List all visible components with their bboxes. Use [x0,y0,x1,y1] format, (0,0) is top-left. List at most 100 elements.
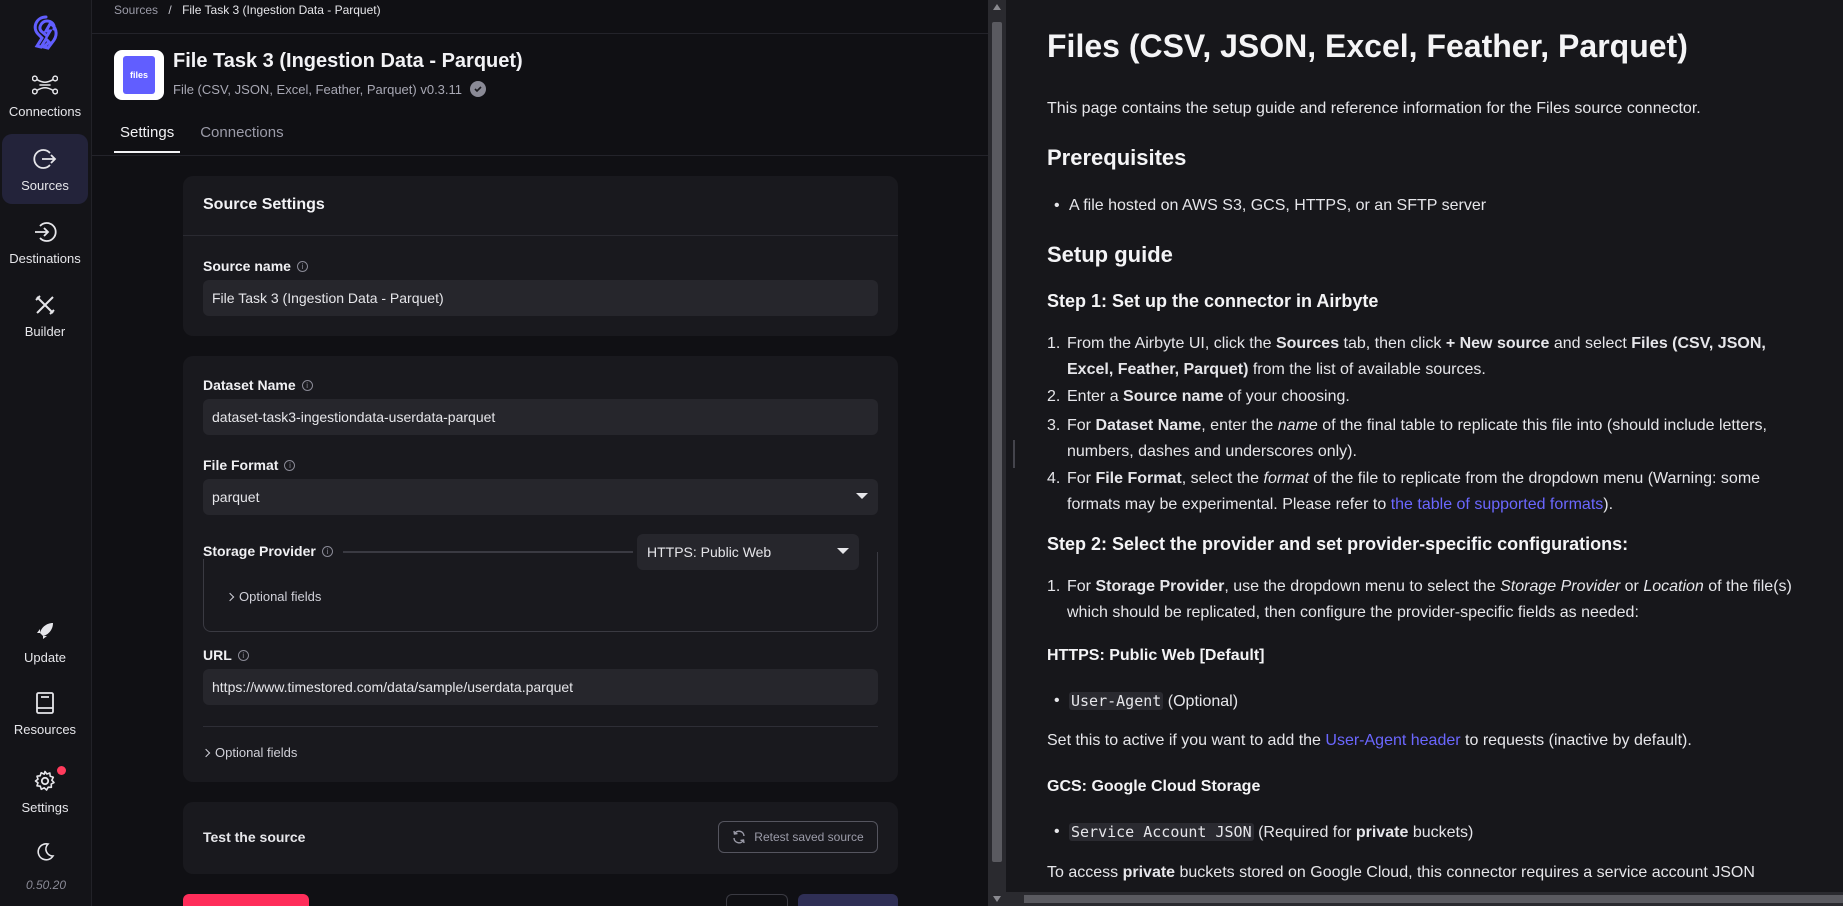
gcs-desc-bold: private [1122,864,1176,881]
info-icon[interactable]: i [237,649,249,661]
dataset-name-input[interactable]: dataset-task3-ingestiondata-userdata-par… [203,399,878,435]
user-agent-description: Set this to active if you want to add th… [1047,728,1692,754]
tab-connections[interactable]: Connections [194,124,289,153]
info-icon[interactable]: i [296,260,308,272]
nav-settings[interactable]: Settings [2,756,88,826]
scroll-down-arrow-icon[interactable] [993,896,1001,902]
optional-fields-label: Optional fields [215,745,298,760]
documentation-panel: Files (CSV, JSON, Excel, Feather, Parque… [1006,0,1843,906]
test-source-card: Test the source Retest saved source [183,802,898,874]
nav-builder[interactable]: Builder [2,280,88,350]
destinations-icon [32,219,58,245]
sa-pre: (Required for [1258,824,1356,841]
save-button[interactable] [798,894,898,906]
airbyte-logo-icon[interactable] [28,14,64,50]
panel-resize-handle[interactable] [1013,440,1015,468]
nav-settings-label: Settings [21,799,69,815]
chevron-right-icon [225,592,235,601]
section-divider [203,726,878,727]
tabs-divider [92,155,988,156]
step1-heading: Step 1: Set up the connector in Airbyte [1047,291,1379,311]
book-icon [32,690,58,716]
url-label-text: URL [203,647,232,663]
prereq-heading: Prerequisites [1047,145,1187,170]
card-divider [183,235,898,236]
file-format-value: parquet [212,489,260,505]
supported-formats-link[interactable]: the table of supported formats [1391,496,1604,513]
info-icon[interactable]: i [301,379,313,391]
storage-provider-label: Storage Provider i [203,543,341,559]
sa-bold: private [1355,824,1409,841]
moon-icon[interactable] [35,842,55,867]
source-name-label: Source name i [203,258,308,274]
caret-down-icon [837,548,849,554]
storage-provider-select[interactable]: HTTPS: Public Web [637,534,859,570]
docs-title: Files (CSV, JSON, Excel, Feather, Parque… [1047,28,1688,64]
step1-item-2: 2. Enter a Source name of your choosing. [1047,388,1350,405]
connector-version-text: File (CSV, JSON, Excel, Feather, Parquet… [173,81,463,97]
gcs-description: To access private buckets stored on Goog… [1047,860,1755,886]
source-name-label-text: Source name [203,258,291,274]
setup-heading: Setup guide [1047,242,1173,267]
info-icon[interactable]: i [321,545,333,557]
nav-connections[interactable]: Connections [2,60,88,130]
step2-heading: Step 2: Select the provider and set prov… [1047,534,1629,554]
user-agent-header-link[interactable]: User-Agent header [1325,732,1460,749]
builder-tools-icon [32,292,58,318]
user-agent-desc-post: to requests (inactive by default). [1460,732,1692,749]
nav-destinations-label: Destinations [9,250,81,266]
sa-post: buckets) [1408,824,1474,841]
dataset-name-label-text: Dataset Name [203,377,296,393]
scroll-up-arrow-icon[interactable] [993,4,1001,10]
notification-dot [57,766,66,775]
optional-fields-toggle[interactable]: Optional fields [201,745,298,760]
breadcrumb-separator: / [168,3,172,17]
user-agent-desc-pre: Set this to active if you want to add th… [1047,732,1326,749]
file-format-label-text: File Format [203,457,279,473]
optional-fields-toggle-provider[interactable]: Optional fields [225,589,322,604]
gcs-desc-post: buckets stored on Google Cloud, this con… [1175,864,1755,881]
source-settings-card: Source Settings Source name i File Task … [183,176,898,336]
connector-subtitle: File (CSV, JSON, Excel, Feather, Parquet… [173,81,487,97]
file-format-label: File Format i [203,457,296,473]
step1-item-4: 4. For File Format, select the format of … [1047,470,1761,513]
verified-badge-icon [470,81,487,97]
file-source-icon: files [114,50,164,100]
https-heading: HTTPS: Public Web [Default] [1047,647,1265,664]
delete-source-button[interactable] [183,894,309,906]
chevron-right-icon [201,748,211,757]
nav-sources[interactable]: Sources [2,134,88,204]
nav-destinations[interactable]: Destinations [2,207,88,277]
sidebar: Connections Sources Destinations Builder… [0,0,92,906]
docs-horizontal-scrollbar[interactable] [1006,892,1843,906]
horizontal-scrollbar-thumb[interactable] [1024,895,1843,903]
source-name-input[interactable]: File Task 3 (Ingestion Data - Parquet) [203,280,878,316]
nav-builder-label: Builder [24,323,66,339]
page-title: File Task 3 (Ingestion Data - Parquet) [173,50,523,72]
nav-sources-label: Sources [21,177,69,193]
refresh-icon [733,830,745,844]
breadcrumb-sources[interactable]: Sources [114,3,158,17]
nav-resources[interactable]: Resources [2,678,88,748]
service-account-code: Service Account JSON [1069,823,1254,841]
nav-resources-label: Resources [13,721,77,737]
caret-down-icon [856,493,868,499]
app-version: 0.50.20 [25,878,67,892]
url-input[interactable]: https://www.timestored.com/data/sample/u… [203,669,878,705]
user-agent-code: User-Agent [1069,692,1164,710]
tab-settings[interactable]: Settings [114,124,181,153]
step2-item-1: 1. For Storage Provider, use the dropdown… [1047,578,1792,621]
header-divider [92,33,988,34]
configuration-card: Dataset Name i dataset-task3-ingestionda… [183,356,898,782]
cancel-button[interactable] [726,894,788,906]
tab-bar: Settings Connections [114,124,304,153]
main-panel: Sources / File Task 3 (Ingestion Data - … [92,0,988,906]
scrollbar-thumb[interactable] [992,22,1002,862]
nav-update[interactable]: Update [2,606,88,676]
service-account-item: Service Account JSON (Required for priva… [1054,819,1474,846]
main-scrollbar[interactable] [988,0,1006,906]
file-format-select[interactable]: parquet [203,479,878,515]
retest-saved-source-button[interactable]: Retest saved source [718,821,878,853]
info-icon[interactable]: i [284,459,296,471]
optional-fields-label: Optional fields [239,589,322,604]
